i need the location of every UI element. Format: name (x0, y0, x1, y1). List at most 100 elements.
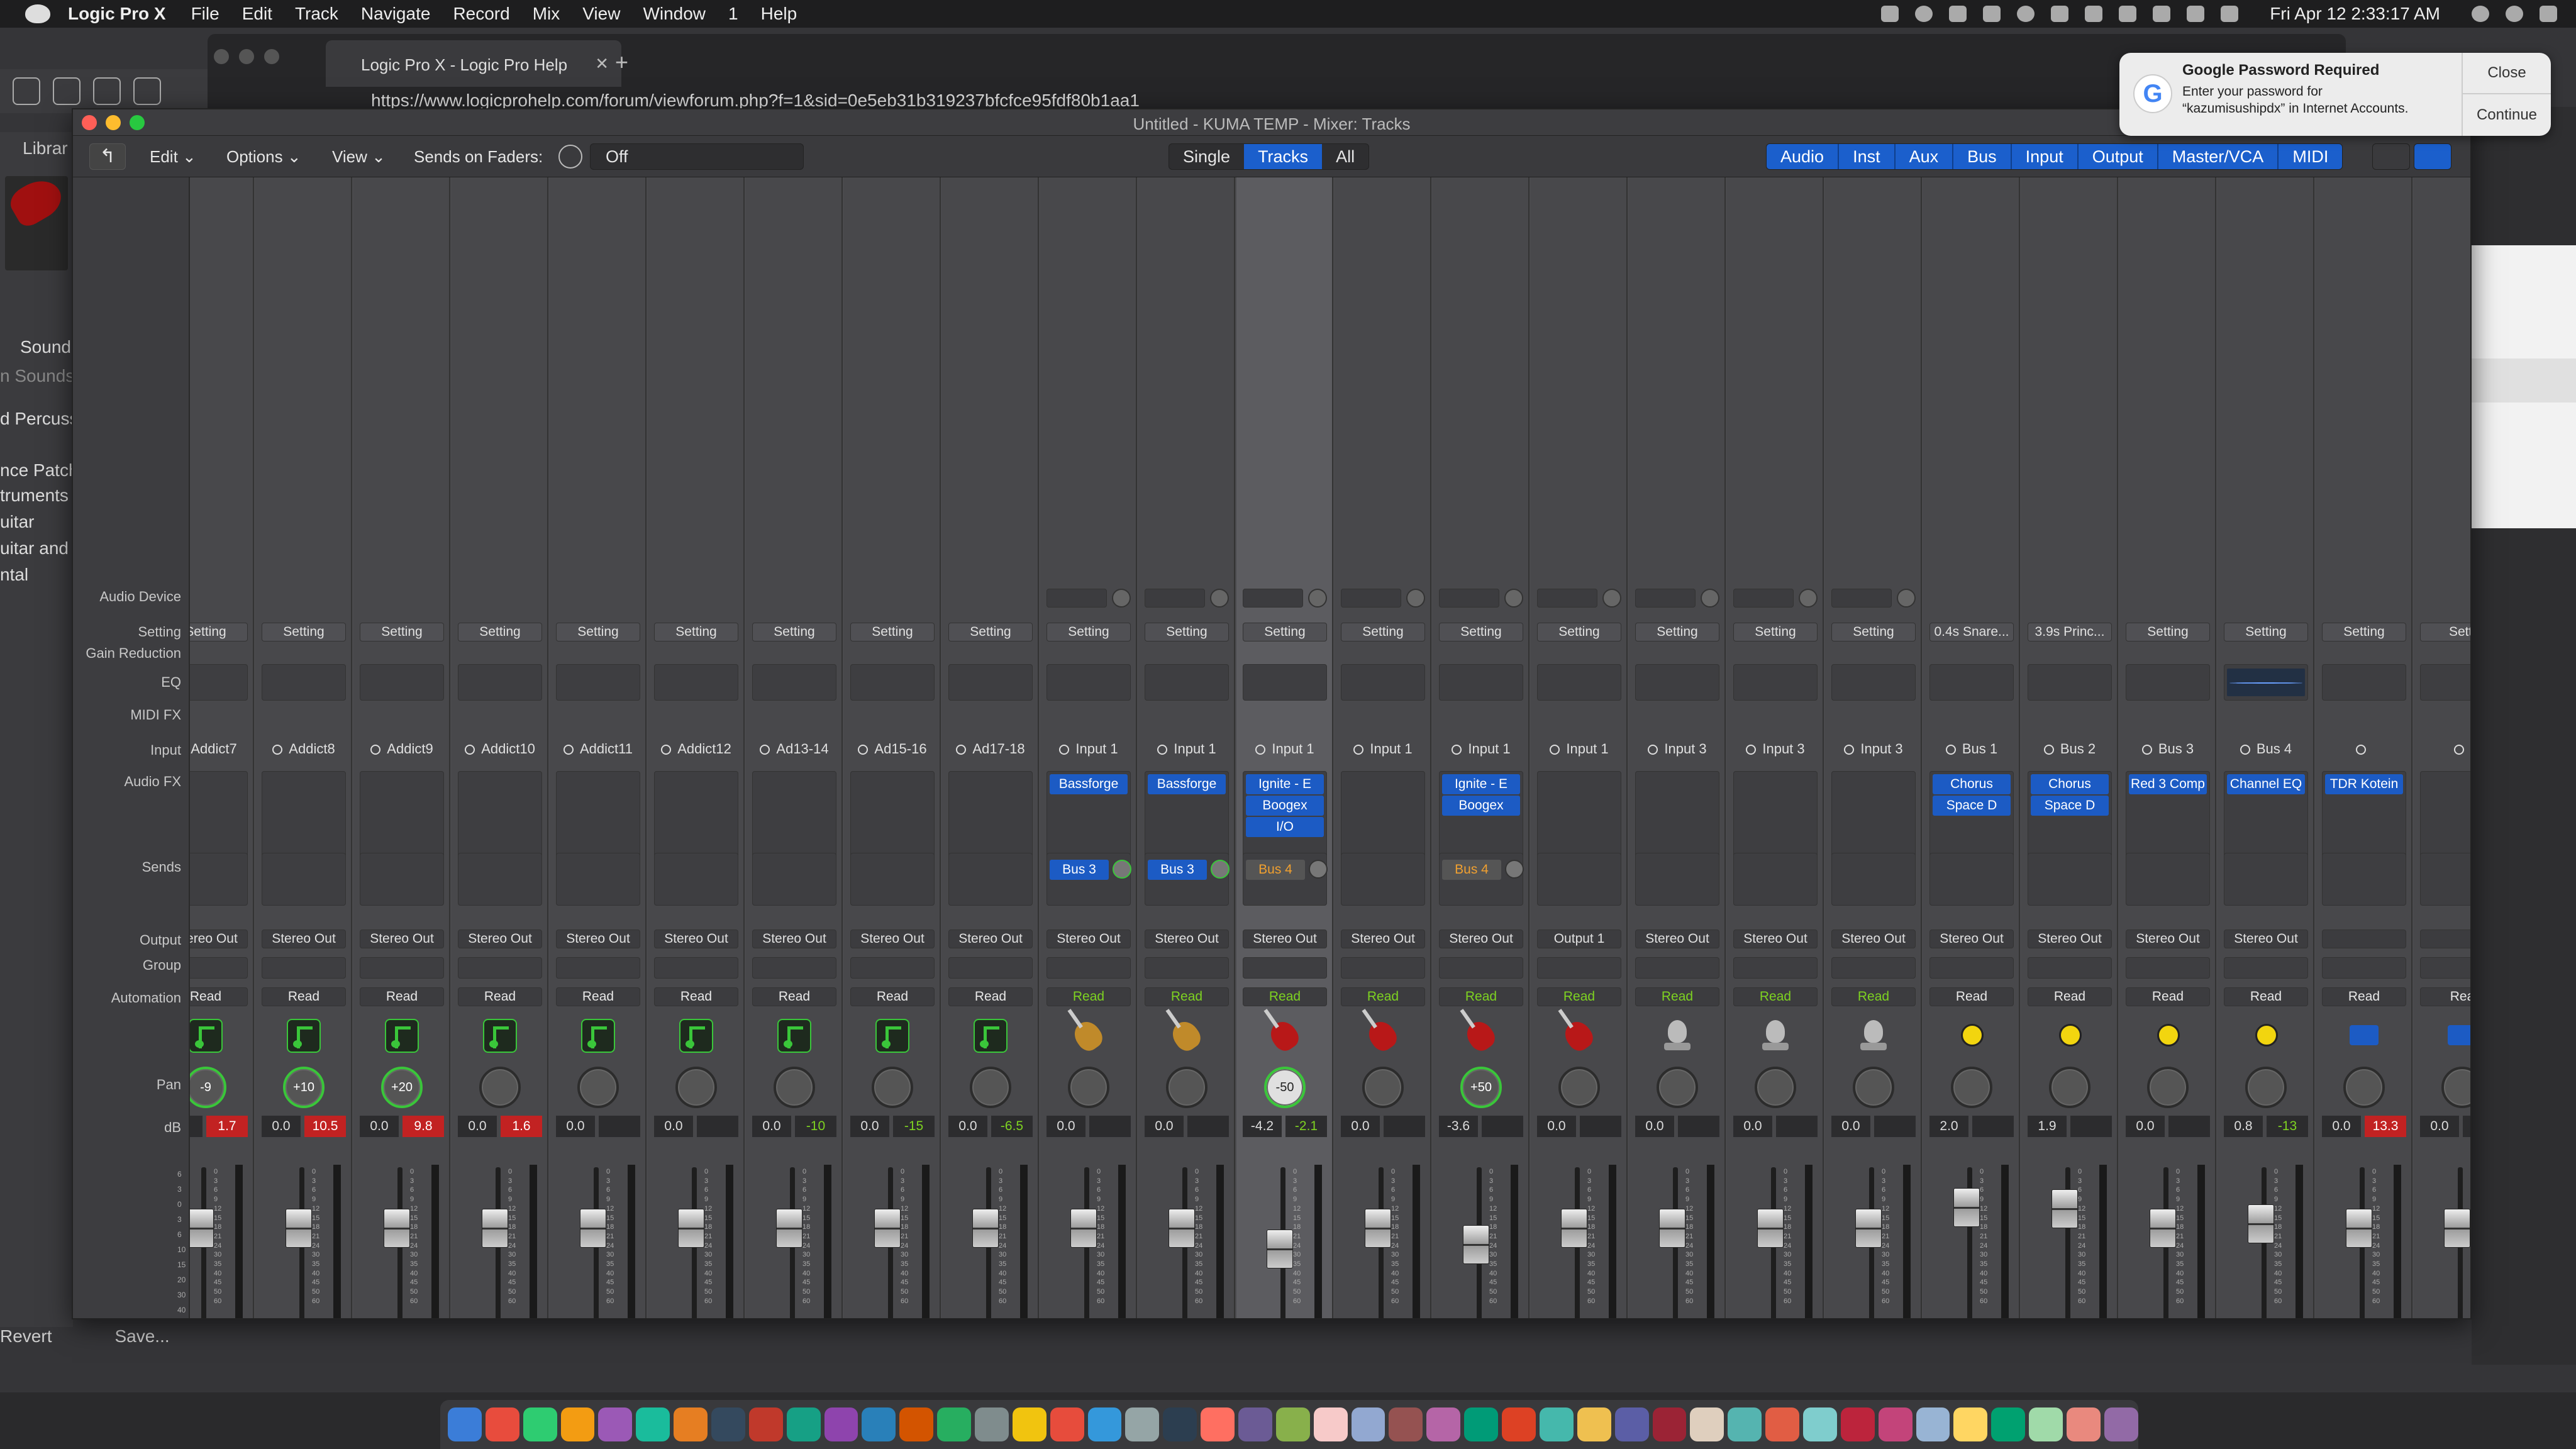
pan-knob[interactable] (2245, 1067, 2287, 1108)
output-slot[interactable]: Stereo Out (948, 930, 1033, 948)
plugin-slot[interactable]: I/O (1246, 817, 1324, 837)
help-icon[interactable] (13, 77, 40, 105)
dock-app-icon[interactable] (1577, 1407, 1611, 1441)
dock-app-icon[interactable] (1012, 1407, 1046, 1441)
volume-value[interactable]: 1.9 (2028, 1116, 2067, 1137)
sends-slots[interactable] (262, 853, 346, 906)
sends-slots[interactable] (948, 853, 1033, 906)
channel-strip[interactable]: Setting TDR Kotein Read 0.0 13.3 0 3 6 9 12 15 18 21… (2316, 177, 2412, 1318)
eq-thumbnail[interactable] (262, 664, 346, 701)
eq-thumbnail[interactable] (1635, 664, 1719, 701)
eq-thumbnail[interactable] (556, 664, 640, 701)
volume-fader[interactable] (1463, 1225, 1489, 1264)
device-gain-knob[interactable] (1210, 589, 1229, 608)
channel-strip[interactable]: Setting Addict9 Stereo Out Read +20 0.0 9.8 0 3 6… (353, 177, 450, 1318)
output-slot[interactable]: Stereo Out (1145, 930, 1229, 948)
automation-mode[interactable]: Read (1439, 987, 1523, 1006)
eq-thumbnail[interactable] (360, 664, 444, 701)
wifi-icon[interactable] (2119, 6, 2137, 22)
input-slot[interactable]: Bus 2 (2028, 738, 2112, 760)
flag-icon[interactable] (2221, 6, 2239, 22)
output-slot[interactable]: Stereo Out (1439, 930, 1523, 948)
malwarebytes-icon[interactable] (1983, 6, 2001, 22)
device-gain-knob[interactable] (1799, 589, 1818, 608)
sends-slots[interactable] (458, 853, 542, 906)
sends-slots[interactable] (1635, 853, 1719, 906)
fader-track[interactable] (2262, 1167, 2267, 1318)
volume-value[interactable]: 0.0 (1341, 1116, 1380, 1137)
output-slot[interactable]: Stereo Out (360, 930, 444, 948)
setting-button[interactable]: Setting (752, 623, 836, 641)
peak-value[interactable]: -13 (2267, 1116, 2308, 1137)
automation-mode[interactable]: Read (654, 987, 738, 1006)
output-slot[interactable]: Stereo Out (1733, 930, 1818, 948)
narrow-view-icon[interactable] (2372, 143, 2410, 170)
menu-view[interactable]: View (582, 4, 620, 24)
volume-value[interactable]: 0.0 (948, 1116, 987, 1137)
sends-slots[interactable] (556, 853, 640, 906)
input-slot[interactable]: Input 3 (1831, 738, 1916, 760)
volume-value[interactable]: 0.0 (1733, 1116, 1772, 1137)
menu-navigate[interactable]: Navigate (361, 4, 431, 24)
volume-fader[interactable] (1757, 1209, 1784, 1248)
note-icon[interactable] (483, 1019, 517, 1053)
automation-mode[interactable]: Read (458, 987, 542, 1006)
audio-device-slot[interactable] (1145, 589, 1205, 608)
setting-button[interactable]: Setting (2126, 623, 2210, 641)
mono-icon[interactable] (465, 745, 475, 755)
pan-knob[interactable] (1068, 1067, 1109, 1108)
red-guitar-icon[interactable] (1265, 1016, 1303, 1055)
eq-thumbnail[interactable] (190, 664, 248, 701)
eq-thumbnail[interactable] (1733, 664, 1818, 701)
peak-value[interactable] (1089, 1116, 1131, 1137)
dock-app-icon[interactable] (2104, 1407, 2138, 1441)
dock-app-icon[interactable] (1275, 1407, 1310, 1441)
dock-app-icon[interactable] (1201, 1407, 1235, 1441)
volume-fader[interactable] (580, 1209, 606, 1248)
input-slot[interactable]: Input 1 (1537, 738, 1621, 760)
eq-thumbnail[interactable] (1243, 664, 1327, 701)
menu-edit[interactable]: Edit (242, 4, 272, 24)
setting-button[interactable]: Setting (1439, 623, 1523, 641)
dock-app-icon[interactable] (1464, 1407, 1499, 1441)
channel-strip[interactable]: Setting Addict10 Stereo Out Read 0.0 1.6 0 3 6 9 1… (452, 177, 548, 1318)
mono-icon[interactable] (1550, 745, 1560, 755)
browser-tab[interactable]: Logic Pro X - Logic Pro Help ✕ (326, 40, 621, 87)
output-slot[interactable]: Stereo Out (1831, 930, 1916, 948)
volume-fader[interactable] (1070, 1209, 1097, 1248)
volume-fader[interactable] (1267, 1230, 1293, 1269)
sends-slots[interactable] (2420, 853, 2470, 906)
pan-knob[interactable] (479, 1067, 521, 1108)
new-tab-icon[interactable]: + (615, 49, 628, 75)
input-slot[interactable]: Input 1 (1439, 738, 1523, 760)
clock[interactable]: Fri Apr 12 2:33:17 AM (2270, 4, 2440, 24)
dock-app-icon[interactable] (448, 1407, 482, 1441)
peak-value[interactable]: 13.3 (2365, 1116, 2406, 1137)
channel-strip[interactable]: SettiRea0.003691215182124303540455060MOu… (2414, 177, 2470, 1318)
bulb-icon[interactable] (2151, 1019, 2185, 1053)
mono-icon[interactable] (760, 745, 770, 755)
note-icon[interactable] (875, 1019, 909, 1053)
plugin-slot[interactable]: Space D (1933, 796, 2011, 816)
volume-value[interactable]: 0.0 (360, 1116, 399, 1137)
automation-mode[interactable]: Read (1145, 987, 1229, 1006)
bulb-icon[interactable] (2249, 1019, 2283, 1053)
output-slot[interactable]: Stereo Out (1243, 930, 1327, 948)
peak-value[interactable] (1580, 1116, 1621, 1137)
red-guitar-icon[interactable] (1462, 1016, 1499, 1055)
dock-app-icon[interactable] (1426, 1407, 1461, 1441)
group-slot[interactable] (752, 957, 836, 979)
plugin-slot[interactable]: Boogex (1442, 796, 1520, 816)
group-slot[interactable] (1341, 957, 1425, 979)
channel-strip[interactable]: Setting Addict8 Stereo Out Read +10 0.0 10.5 0 3… (255, 177, 352, 1318)
volume-value[interactable]: 0.0 (752, 1116, 791, 1137)
sends-slots[interactable] (2126, 853, 2210, 906)
setting-button[interactable]: Setting (458, 623, 542, 641)
automation-mode[interactable]: Read (2028, 987, 2112, 1006)
continue-button[interactable]: Continue (2463, 94, 2551, 136)
dock-app-icon[interactable] (1351, 1407, 1385, 1441)
sends-slots[interactable]: Bus 4 (1439, 853, 1524, 906)
input-slot[interactable]: Ad17-18 (948, 738, 1033, 760)
peak-value[interactable] (2168, 1116, 2210, 1137)
channel-strip[interactable]: Setting Ad17-18 Stereo Out Read 0.0 -6.5 0 3 6 9 1… (942, 177, 1039, 1318)
